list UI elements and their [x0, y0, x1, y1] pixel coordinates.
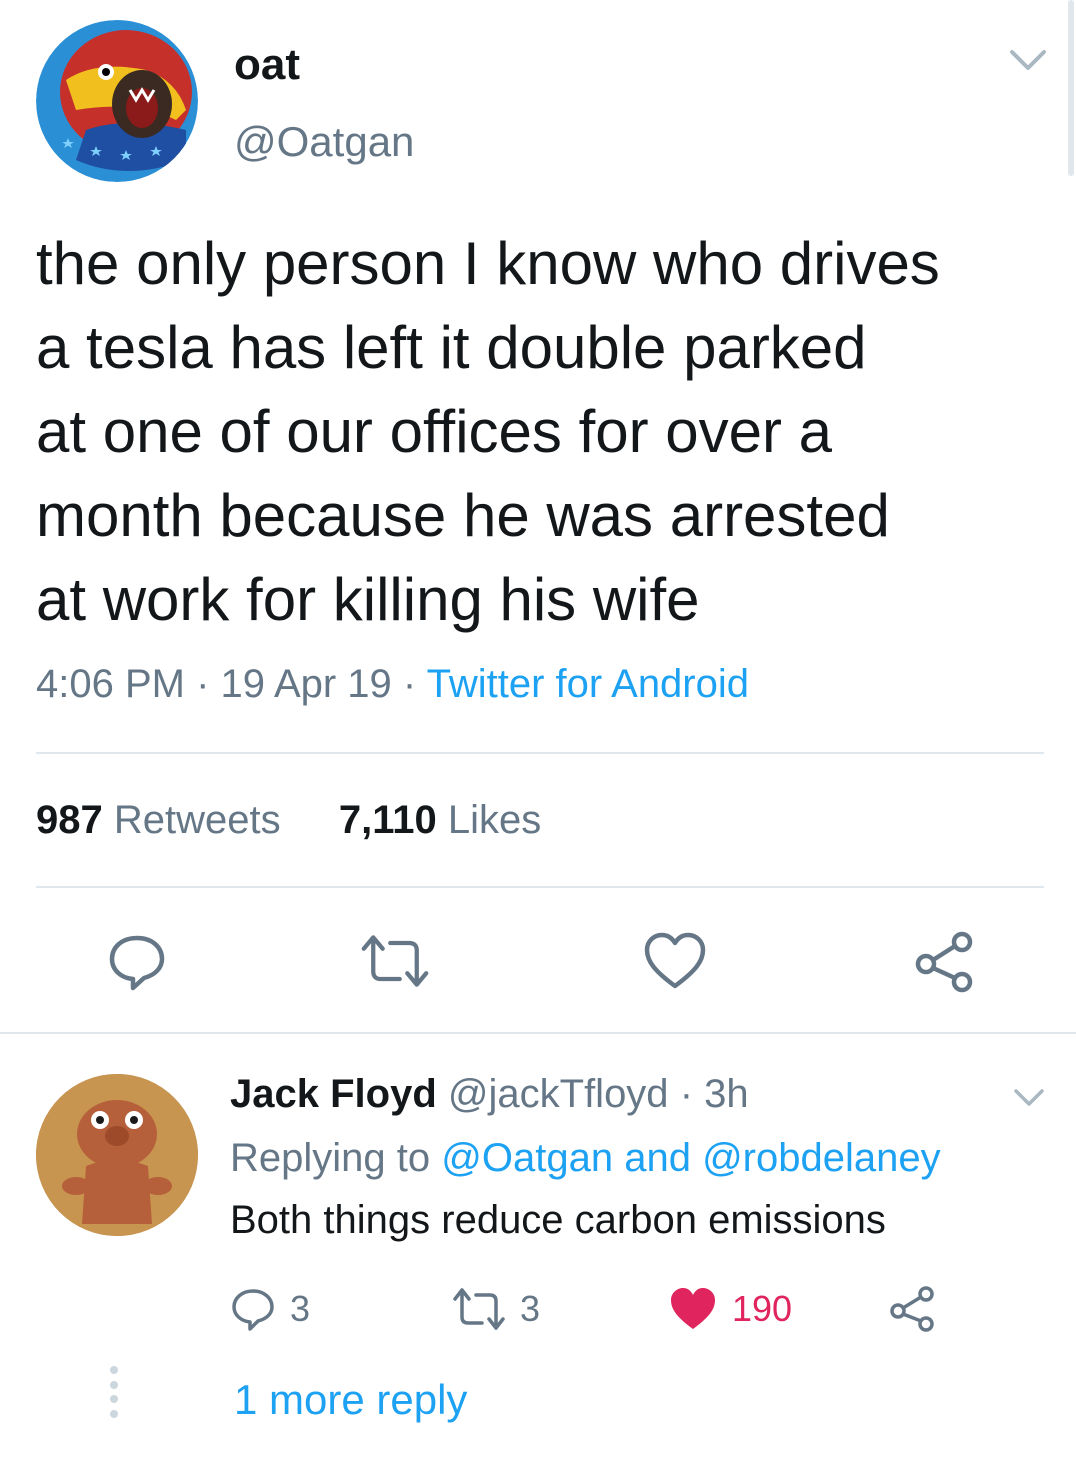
thread-dots-icon [110, 1366, 120, 1418]
reply-header: Jack Floyd @jackTfloyd · 3h [230, 1072, 749, 1117]
retweet-icon [453, 1288, 505, 1330]
tweet-text: the only person I know who drives a tesl… [36, 222, 1046, 642]
retweets-stat[interactable]: 987 Retweets [36, 798, 281, 842]
likes-label: Likes [447, 798, 542, 842]
divider [0, 1032, 1076, 1034]
reply-author-handle[interactable]: @jackTfloyd [448, 1072, 669, 1116]
reply-retweet-button[interactable]: 3 [452, 1284, 540, 1334]
retweets-label: Retweets [113, 798, 281, 842]
replying-to-conjunction: and [624, 1136, 691, 1180]
reply-share-button[interactable] [888, 1284, 938, 1334]
reply-button[interactable] [102, 926, 172, 996]
likes-stat[interactable]: 7,110 Likes [339, 798, 541, 842]
reply-icon [232, 1289, 274, 1331]
tweet-text-line: a tesla has left it double parked [36, 314, 867, 381]
replying-to: Replying to @Oatgan and @robdelaney [230, 1136, 941, 1181]
retweet-icon [361, 935, 429, 987]
share-icon [890, 1286, 934, 1332]
likes-count: 7,110 [338, 798, 437, 842]
share-icon [915, 931, 973, 993]
author-handle[interactable]: @Oatgan [234, 118, 414, 166]
mention-link[interactable]: @robdelaney [702, 1136, 941, 1180]
tweet-date: 19 Apr 19 [220, 662, 392, 706]
replying-to-prefix: Replying to [230, 1136, 431, 1180]
retweet-count: 3 [520, 1288, 541, 1329]
like-button[interactable] [640, 926, 710, 996]
separator: · [402, 662, 417, 706]
reply-count: 3 [290, 1288, 311, 1329]
tweet-source-link[interactable]: Twitter for Android [427, 662, 749, 706]
more-replies-link[interactable]: 1 more reply [234, 1376, 467, 1424]
engagement-stats: 987 Retweets 7,110 Likes [36, 798, 541, 843]
chevron-down-icon[interactable] [1012, 1086, 1046, 1110]
chevron-down-icon[interactable] [1008, 46, 1048, 74]
tweet-text-line: month because he was arrested [36, 482, 890, 549]
reply-reply-button[interactable]: 3 [230, 1284, 310, 1334]
tweet-time: 4:06 PM [36, 662, 185, 706]
tweet-text-line: at one of our offices for over a [36, 398, 833, 465]
reply-author-avatar[interactable] [36, 1074, 198, 1236]
divider [36, 886, 1044, 888]
share-button[interactable] [910, 926, 980, 996]
reply-text: Both things reduce carbon emissions [230, 1198, 886, 1242]
separator: · [196, 662, 210, 706]
retweets-count: 987 [36, 798, 103, 842]
separator: · [679, 1072, 694, 1116]
author-avatar[interactable] [36, 20, 198, 182]
reply-age: 3h [704, 1072, 749, 1116]
reply-icon [109, 935, 165, 991]
author-display-name[interactable]: oat [234, 40, 300, 90]
divider [36, 752, 1044, 754]
like-icon [644, 932, 706, 989]
scrollbar[interactable] [1068, 0, 1074, 176]
tweet-metadata: 4:06 PM · 19 Apr 19 · Twitter for Androi… [36, 662, 749, 707]
reply-like-button[interactable]: 190 [668, 1284, 792, 1334]
tweet-text-line: at work for killing his wife [36, 566, 700, 633]
reply-author-name[interactable]: Jack Floyd [230, 1072, 437, 1116]
like-count: 190 [732, 1288, 793, 1329]
tweet-text-line: the only person I know who drives [36, 230, 940, 297]
mention-link[interactable]: @Oatgan [441, 1136, 613, 1180]
retweet-button[interactable] [360, 926, 430, 996]
heart-filled-icon [671, 1288, 715, 1329]
